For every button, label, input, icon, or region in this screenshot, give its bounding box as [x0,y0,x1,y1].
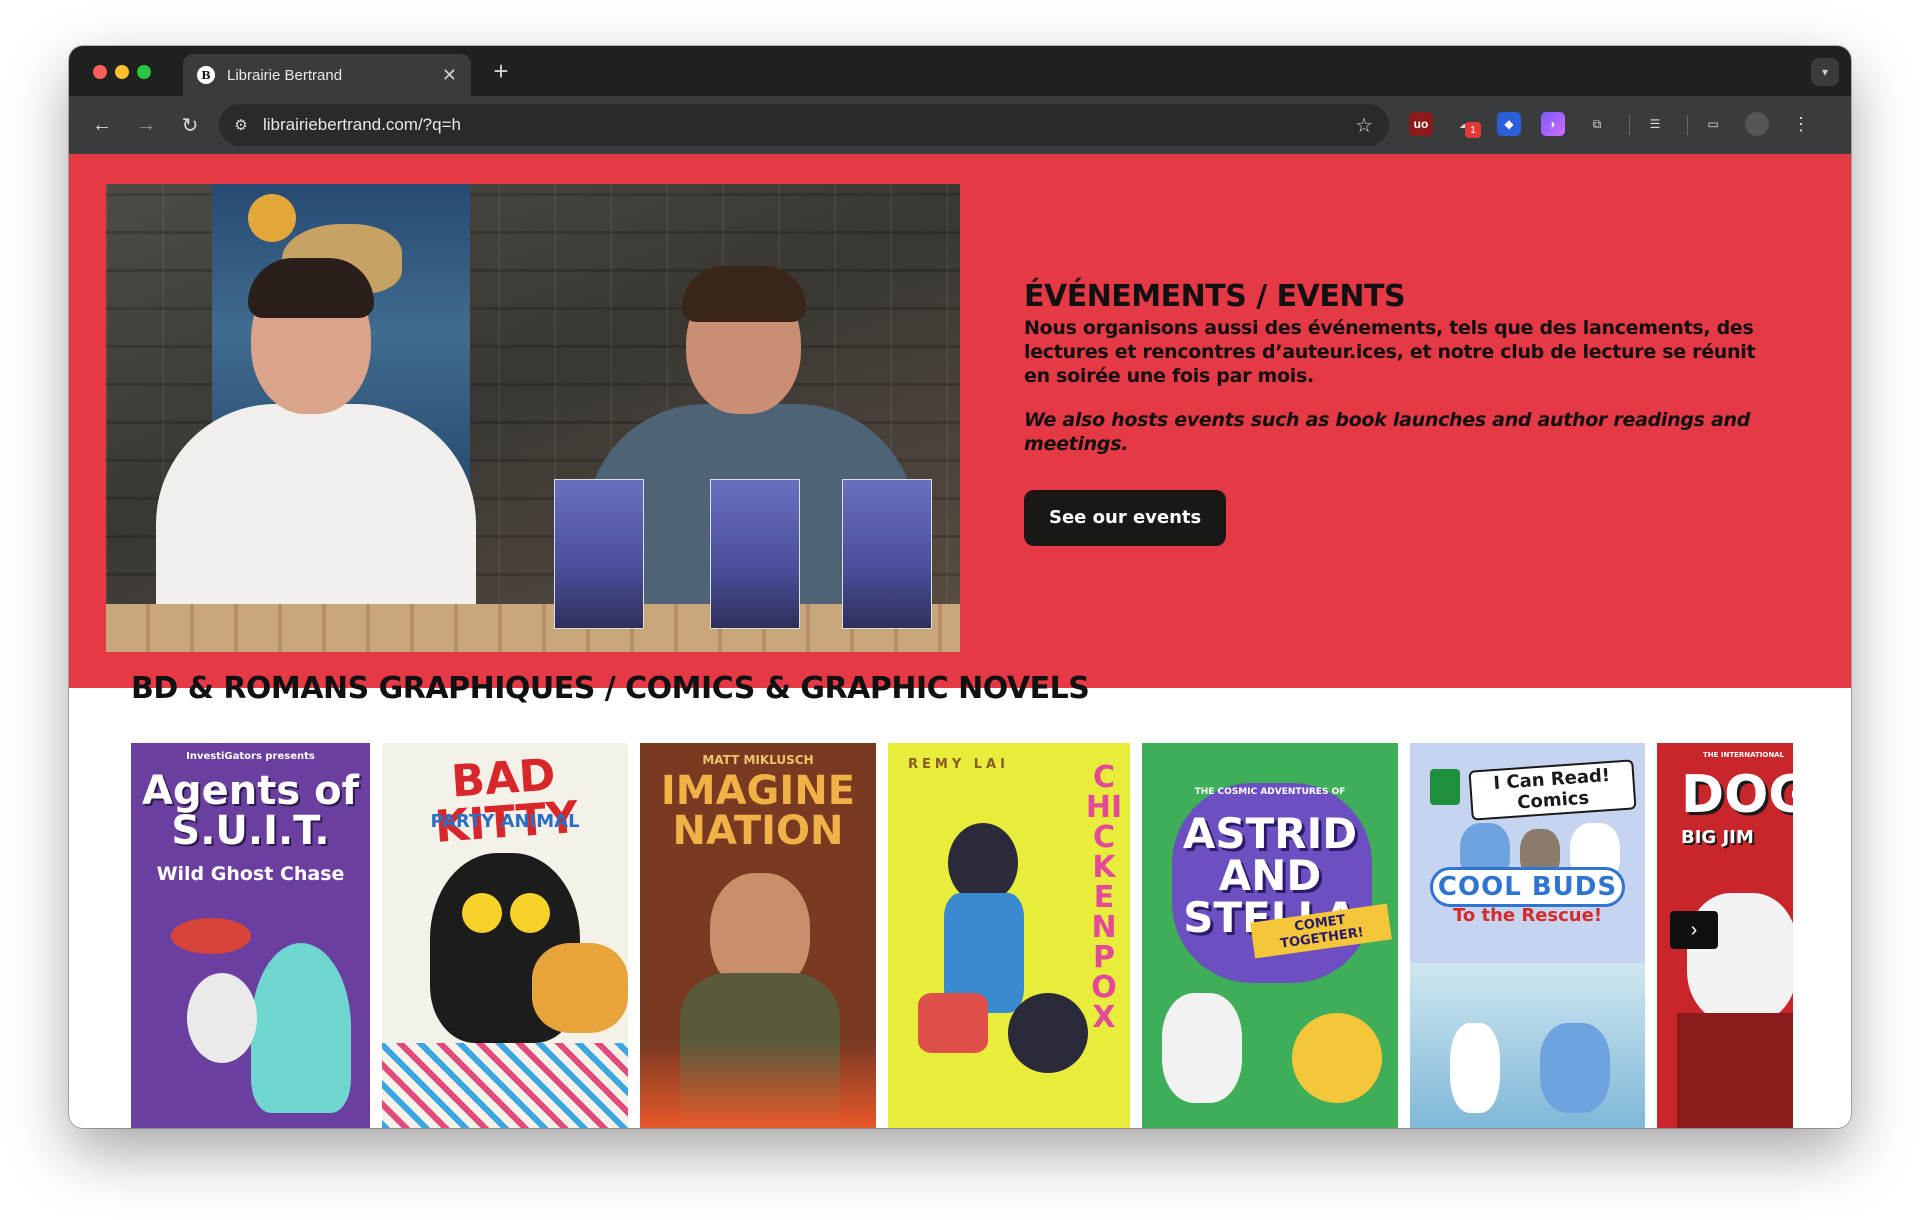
events-heading: ÉVÉNEMENTS / EVENTS [1024,279,1406,314]
events-description-fr: Nous organisons aussi des événements, te… [1024,317,1756,387]
page-content: ÉVÉNEMENTS / EVENTS Nous organisons auss… [69,154,1851,1128]
bitwarden-extension-icon[interactable]: ◆ [1497,112,1521,136]
book-cover[interactable]: MATT MIKLUSCH IMAGINE NATION [640,743,876,1128]
close-window-button[interactable] [93,65,107,79]
reload-icon[interactable]: ↻ [175,110,205,140]
url-text[interactable]: librairiebertrand.com/?q=h [263,115,461,135]
book-cover[interactable]: REMY LAI CHICKENPOX [888,743,1130,1128]
events-photo [106,184,960,652]
address-bar[interactable]: ⚙ librairiebertrand.com/?q=h ☆ [219,104,1389,146]
book-cover[interactable]: I Can Read! Comics COOL BUDS To the Resc… [1410,743,1645,1128]
tab-search-chevron-icon[interactable]: ▾ [1811,58,1839,86]
author-left [156,258,476,634]
minimize-window-button[interactable] [115,65,129,79]
forward-arrow-icon[interactable]: → [131,110,161,140]
events-text-block: ÉVÉNEMENTS / EVENTS Nous organisons auss… [1024,280,1764,546]
comics-section-title: BD & ROMANS GRAPHIQUES / COMICS & GRAPHI… [131,671,1090,706]
purple-extension-icon[interactable]: ◗ [1541,112,1565,136]
book-cover[interactable]: InvestiGators presents Agents of S.U.I.T… [131,743,370,1128]
tab-strip: B Librairie Bertrand ✕ + ▾ [69,46,1851,96]
carousel-next-chevron-right-icon[interactable]: › [1670,911,1718,949]
book-stack [710,479,800,629]
site-info-tune-icon[interactable]: ⚙ [231,115,251,135]
book-stack [554,479,644,629]
extension-badge: 1 [1465,122,1481,138]
site-favicon-icon: B [197,66,215,84]
menu-dots-icon[interactable]: ⋮ [1789,112,1813,136]
tab-close-icon[interactable]: ✕ [442,65,457,86]
browser-window: B Librairie Bertrand ✕ + ▾ ← → ↻ ⚙ libra… [69,46,1851,1128]
reading-list-icon[interactable]: ☰ [1643,112,1667,136]
ublock-extension-icon[interactable]: uo [1409,112,1433,136]
events-description-en: We also hosts events such as book launch… [1024,409,1751,455]
book-stack [842,479,932,629]
back-arrow-icon[interactable]: ← [87,110,117,140]
events-hero: ÉVÉNEMENTS / EVENTS Nous organisons auss… [69,154,1851,688]
see-events-button[interactable]: See our events [1024,490,1227,546]
book-cover[interactable]: THE COSMIC ADVENTURES OF ASTRID AND STEL… [1142,743,1398,1128]
profile-avatar-icon[interactable] [1745,112,1769,136]
new-tab-button[interactable]: + [486,56,516,86]
bookmark-star-icon[interactable]: ☆ [1355,113,1373,138]
comics-carousel: InvestiGators presents Agents of S.U.I.T… [131,743,1793,1128]
tab-librairie-bertrand[interactable]: B Librairie Bertrand ✕ [183,54,471,96]
signing-table [106,604,960,652]
extensions-puzzle-icon[interactable]: ⧉ [1585,112,1609,136]
maximize-window-button[interactable] [137,65,151,79]
cast-icon[interactable]: ▭ [1701,112,1725,136]
browser-toolbar: ← → ↻ ⚙ librairiebertrand.com/?q=h ☆ uo … [69,96,1851,154]
book-cover[interactable]: BAD KITTY PARTY ANIMAL [382,743,628,1128]
tab-title: Librairie Bertrand [227,66,343,84]
